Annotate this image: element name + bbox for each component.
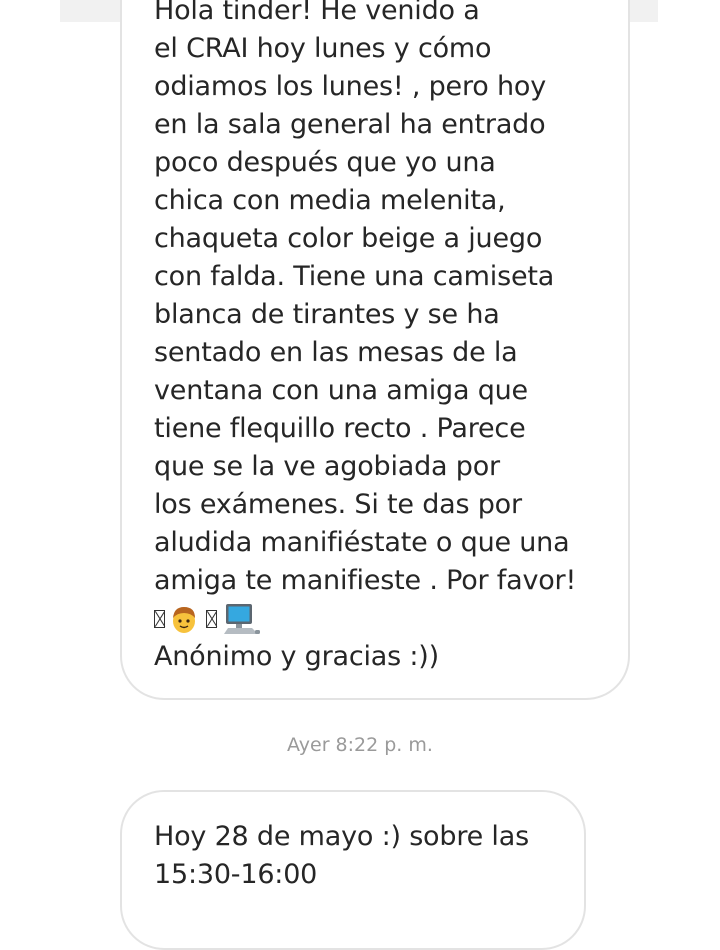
message-text-line: chaqueta color beige a juego bbox=[154, 223, 543, 254]
message-text-line: 15:30-16:00 bbox=[154, 859, 318, 890]
message-text-line: tiene flequillo recto . Parece bbox=[154, 413, 526, 444]
message-text-line: blanca de tirantes y se ha bbox=[154, 299, 500, 330]
message-text-line: amiga te manifieste . Por favor! bbox=[154, 565, 577, 596]
missing-glyph-icon bbox=[206, 610, 217, 628]
message-text-line: Hola tinder! He venido a bbox=[154, 0, 480, 26]
message-text-line: que se la ve agobiada por bbox=[154, 451, 500, 482]
message-text-line: el CRAI hoy lunes y cómo bbox=[154, 33, 492, 64]
message-timestamp: Ayer 8:22 p. m. bbox=[287, 734, 433, 756]
message-text-line: con falda. Tiene una camiseta bbox=[154, 261, 555, 292]
message-text-line: poco después que yo una bbox=[154, 147, 496, 178]
message-text-line: aludida manifiéstate o que una bbox=[154, 527, 570, 558]
message-signoff: Anónimo y gracias :)) bbox=[154, 641, 439, 672]
message-text-line: los exámenes. Si te das por bbox=[154, 489, 522, 520]
message-text-line: ventana con una amiga que bbox=[154, 375, 528, 406]
boy-emoji-icon bbox=[173, 607, 195, 633]
emoji-row bbox=[154, 600, 262, 638]
message-text-line: Hoy 28 de mayo :) sobre las bbox=[154, 821, 529, 852]
message-text-line: sentado en las mesas de la bbox=[154, 337, 518, 368]
message-text-line: chica con media melenita, bbox=[154, 185, 506, 216]
computer-emoji-icon bbox=[224, 604, 260, 634]
missing-glyph-icon bbox=[154, 610, 165, 628]
message-text-line: en la sala general ha entrado bbox=[154, 109, 546, 140]
message-text-line: odiamos los lunes! , pero hoy bbox=[154, 71, 546, 102]
